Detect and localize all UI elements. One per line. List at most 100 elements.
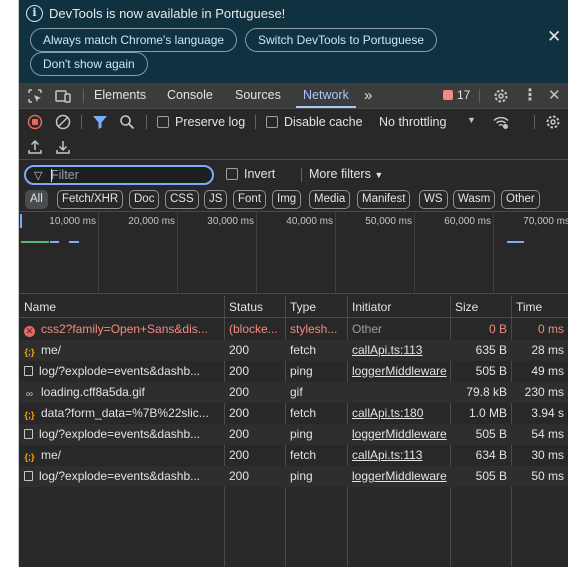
type-chip-doc[interactable]: Doc xyxy=(129,190,160,209)
overview-tick-label: 10,000 ms xyxy=(49,216,96,227)
table-row[interactable]: log/?explode=events&dashb... 200 ping logge… xyxy=(19,424,568,445)
device-toolbar-icon[interactable] xyxy=(55,88,71,104)
more-tabs-icon[interactable]: » xyxy=(364,83,372,108)
overview-tick-label: 40,000 ms xyxy=(286,216,333,227)
network-conditions-icon[interactable] xyxy=(493,114,509,130)
cell-initiator[interactable]: callApi.ts:113 xyxy=(347,445,450,466)
chevron-down-icon[interactable]: ▼ xyxy=(467,115,476,125)
type-chip-fetch-xhr[interactable]: Fetch/XHR xyxy=(57,190,124,209)
overview-selection-handle[interactable] xyxy=(20,214,22,228)
column-header-time[interactable]: Time xyxy=(511,296,568,318)
type-chip-wasm[interactable]: Wasm xyxy=(453,190,496,209)
toolbar-divider xyxy=(255,115,256,129)
type-chip-all[interactable]: All xyxy=(25,190,48,209)
type-chip-css[interactable]: CSS xyxy=(165,190,199,209)
overview-gridline xyxy=(98,212,99,294)
table-row[interactable]: {;} me/200 fetch callApi.ts:113 634 B 30 ms xyxy=(19,445,568,466)
type-chip-other[interactable]: Other xyxy=(501,190,540,209)
cell-size: 79.8 kB xyxy=(466,385,507,399)
cell-time: 54 ms xyxy=(531,427,564,441)
table-row[interactable]: {;} me/200 fetch callApi.ts:113 635 B 28 ms xyxy=(19,340,568,361)
toolbar-divider xyxy=(146,115,147,129)
tab-elements[interactable]: Elements xyxy=(94,83,146,108)
table-row[interactable]: ∞ loading.cff8a5da.gif 200 gif 79.8 kB 230 ms xyxy=(19,382,568,403)
cell-name: ∞ loading.cff8a5da.gif xyxy=(19,382,224,403)
cell-initiator[interactable]: loggerMiddleware xyxy=(347,466,450,487)
network-overview[interactable]: 10,000 ms 20,000 ms 30,000 ms 40,000 ms … xyxy=(19,212,568,294)
close-devtools-icon[interactable]: ✕ xyxy=(548,83,561,108)
preserve-log-checkbox[interactable] xyxy=(157,116,169,128)
tab-console[interactable]: Console xyxy=(167,83,213,108)
cell-status: 200 xyxy=(229,427,250,441)
kebab-menu-icon[interactable]: ⋮ xyxy=(522,83,538,108)
type-chip-img[interactable]: Img xyxy=(272,190,302,209)
column-header-size[interactable]: Size xyxy=(450,296,511,318)
column-header-status[interactable]: Status xyxy=(224,296,285,318)
document-icon xyxy=(24,429,33,439)
table-row[interactable]: log/?explode=events&dashb... 200 ping logge… xyxy=(19,466,568,487)
cell-name: ✕ css2?family=Open+Sans&dis... xyxy=(19,319,224,340)
cell-initiator[interactable]: callApi.ts:113 xyxy=(347,340,450,361)
request-name: log/?explode=events&dashb... xyxy=(39,364,201,378)
type-chip-media[interactable]: Media xyxy=(309,190,351,209)
cell-name: log/?explode=events&dashb... xyxy=(19,424,224,445)
import-har-icon[interactable] xyxy=(27,139,43,155)
cell-status: (blocke... xyxy=(229,322,278,336)
filter-input[interactable]: ▽ Filter xyxy=(24,165,214,185)
cell-size: 505 B xyxy=(475,364,507,378)
cell-status: 200 xyxy=(229,385,250,399)
close-icon[interactable]: ✕ xyxy=(547,28,561,45)
cell-type: fetch xyxy=(290,448,317,462)
request-name: loading.cff8a5da.gif xyxy=(41,385,145,399)
cell-time: 0 ms xyxy=(537,322,564,336)
column-header-name[interactable]: Name xyxy=(19,296,224,318)
type-chip-font[interactable]: Font xyxy=(233,190,267,209)
request-name: data?form_data=%7B%22slic... xyxy=(41,406,209,420)
settings-gear-icon[interactable] xyxy=(493,88,509,104)
column-header-type[interactable]: Type xyxy=(285,296,347,318)
cell-type: ping xyxy=(290,469,313,483)
overview-gridline xyxy=(256,212,257,294)
cell-time: 230 ms xyxy=(524,385,564,399)
cell-name: {;} me/ xyxy=(19,340,224,361)
cell-type: fetch xyxy=(290,406,317,420)
issues-badge[interactable]: 17 xyxy=(443,88,470,102)
search-icon[interactable] xyxy=(119,114,135,130)
network-toolbar: Preserve log Disable cache No throttling… xyxy=(19,109,568,135)
table-row[interactable]: log/?explode=events&dashb... 200 ping logge… xyxy=(19,361,568,382)
clear-icon[interactable] xyxy=(55,114,71,130)
export-har-icon[interactable] xyxy=(55,139,71,155)
issues-count: 17 xyxy=(457,88,471,102)
cell-size: 505 B xyxy=(475,469,507,483)
cell-initiator[interactable]: callApi.ts:180 xyxy=(347,403,450,424)
cell-initiator[interactable]: loggerMiddleware xyxy=(347,361,450,382)
switch-language-button[interactable]: Switch DevTools to Portuguese xyxy=(245,28,438,52)
table-row[interactable]: ✕ css2?family=Open+Sans&dis... (blocke... s… xyxy=(19,319,568,340)
type-chip-manifest[interactable]: Manifest xyxy=(357,190,411,209)
overview-gridline xyxy=(414,212,415,294)
cell-initiator[interactable]: loggerMiddleware xyxy=(347,424,450,445)
table-row[interactable]: {;} data?form_data=%7B%22slic... 200 fetch c… xyxy=(19,403,568,424)
tab-sources[interactable]: Sources xyxy=(235,83,281,108)
cell-initiator: Other xyxy=(352,322,383,336)
toolbar-divider xyxy=(81,115,82,129)
network-settings-gear-icon[interactable] xyxy=(545,114,561,130)
more-filters-button[interactable]: More filters ▼ xyxy=(309,167,383,181)
overview-gridline xyxy=(177,212,178,294)
inspect-element-icon[interactable] xyxy=(27,88,43,104)
cell-status: 200 xyxy=(229,364,250,378)
tab-network[interactable]: Network xyxy=(296,83,356,108)
type-chip-ws[interactable]: WS xyxy=(419,190,448,209)
filter-funnel-icon[interactable] xyxy=(92,114,108,130)
type-chip-js[interactable]: JS xyxy=(204,190,228,209)
disable-cache-checkbox[interactable] xyxy=(266,116,278,128)
dont-show-again-button[interactable]: Don't show again xyxy=(30,52,148,76)
match-language-button[interactable]: Always match Chrome's language xyxy=(30,28,238,52)
cell-initiator[interactable] xyxy=(347,382,450,403)
throttling-select[interactable]: No throttling xyxy=(379,115,446,129)
infobar-message: DevTools is now available in Portuguese! xyxy=(49,6,286,21)
column-header-initiator[interactable]: Initiator xyxy=(347,296,450,318)
record-stop-icon[interactable] xyxy=(27,114,43,130)
invert-checkbox[interactable] xyxy=(226,168,238,180)
preserve-log-label: Preserve log xyxy=(175,115,246,129)
